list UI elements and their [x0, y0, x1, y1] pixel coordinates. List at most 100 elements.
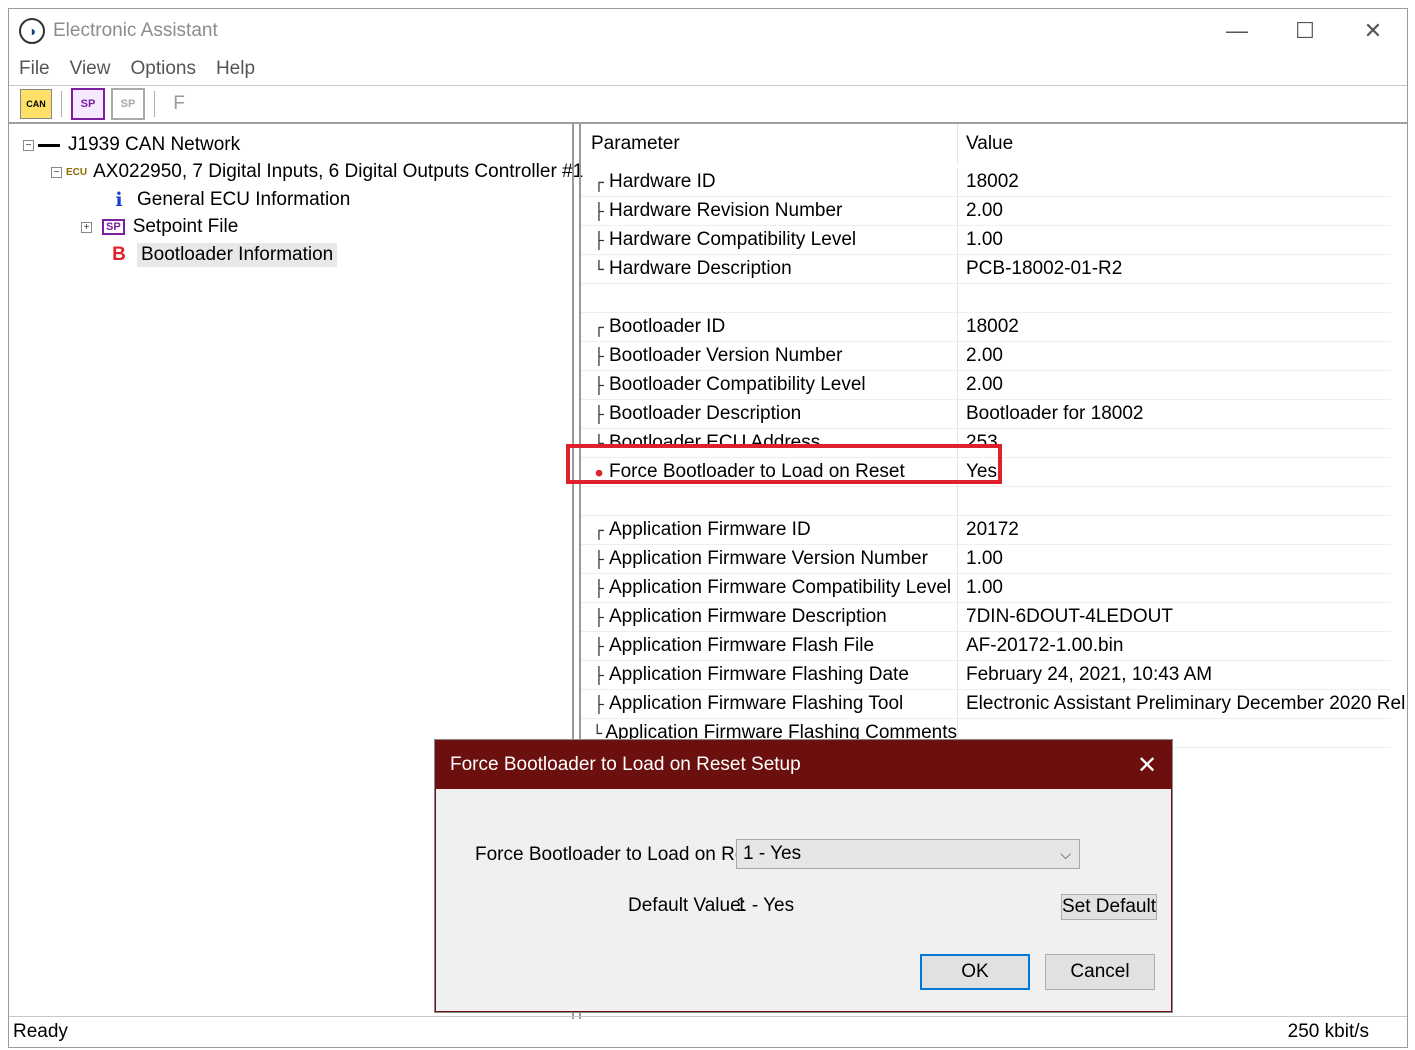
table-row[interactable]: ├ Application Firmware Description 7DIN-6D… — [581, 603, 1391, 632]
tree-connector-icon: ├ — [594, 201, 604, 221]
can-icon-label: CAN — [26, 99, 46, 109]
status-text: Ready — [13, 1021, 68, 1042]
menu-view[interactable]: View — [60, 58, 121, 80]
parameter-cell — [581, 284, 957, 313]
tree-item-setpoint-file[interactable]: + SP Setpoint File — [81, 214, 238, 240]
value-cell: 1.00 — [957, 226, 1391, 255]
status-bar: Ready 250 kbit/s — [9, 1016, 1407, 1047]
tree-node-network[interactable]: − J1939 CAN Network — [23, 132, 240, 158]
parameter-name: Application Firmware Flashing Tool — [609, 693, 904, 714]
value-cell: 1.00 — [957, 545, 1391, 574]
bootloader-icon: B — [112, 244, 126, 265]
table-row[interactable]: ├ Hardware Compatibility Level 1.00 — [581, 226, 1391, 255]
parameter-name: Bootloader ID — [609, 316, 726, 337]
setpoint-open-icon[interactable]: SP — [71, 88, 105, 120]
ok-button[interactable]: OK — [920, 954, 1030, 990]
can-network-icon[interactable]: CAN — [20, 89, 52, 119]
field-label: Force Bootloader to Load on Reset: — [475, 844, 777, 865]
menu-options[interactable]: Options — [120, 58, 205, 80]
tree-connector-icon: ├ — [594, 230, 604, 250]
value-cell: Electronic Assistant Preliminary Decembe… — [957, 690, 1405, 719]
tree-connector-icon: ├ — [594, 404, 604, 424]
table-row[interactable]: ├ Application Firmware Flashing Date Febru… — [581, 661, 1391, 690]
expand-icon[interactable]: + — [81, 221, 92, 233]
tree-connector-icon: ┌ — [594, 317, 604, 337]
toolbar-separator — [154, 91, 155, 117]
menu-help[interactable]: Help — [206, 58, 265, 80]
tree-connector-icon: ├ — [594, 549, 604, 569]
table-row[interactable]: ├ Bootloader Description Bootloader for 18… — [581, 400, 1391, 429]
parameter-cell: ├ Hardware Compatibility Level — [581, 226, 957, 255]
parameter-name: Hardware ID — [609, 171, 716, 192]
table-row[interactable]: ├ Application Firmware Flash File AF-20172… — [581, 632, 1391, 661]
menu-bar: File View Options Help — [9, 53, 1407, 86]
dialog-title: Force Bootloader to Load on Reset Setup — [450, 754, 801, 775]
grid-header: Parameter Value — [581, 124, 1391, 164]
setpoint-save-icon[interactable]: SP — [111, 88, 145, 120]
table-row[interactable]: ├ Application Firmware Flashing Tool Elect… — [581, 690, 1405, 719]
flash-icon[interactable]: F — [164, 90, 194, 118]
table-row[interactable]: ├ Application Firmware Version Number 1.00 — [581, 545, 1391, 574]
status-bitrate: 250 kbit/s — [1287, 1021, 1369, 1042]
tree-connector-icon: ├ — [594, 636, 604, 656]
value-cell: 20172 — [957, 516, 1391, 545]
value-cell: Bootloader for 18002 — [957, 400, 1391, 429]
dialog-close-icon[interactable]: ✕ — [1123, 741, 1171, 789]
tree-connector-icon: ├ — [594, 578, 604, 598]
maximize-button[interactable]: ☐ — [1271, 9, 1339, 53]
dialog-title-bar: Force Bootloader to Load on Reset Setup … — [436, 741, 1171, 789]
close-button[interactable]: ✕ — [1339, 9, 1407, 53]
value-cell: February 24, 2021, 10:43 AM — [957, 661, 1391, 690]
table-row[interactable] — [581, 487, 1391, 516]
table-row[interactable]: ├ Bootloader Compatibility Level 2.00 — [581, 371, 1391, 400]
value-cell — [957, 284, 1391, 313]
setup-dialog: Force Bootloader to Load on Reset Setup … — [435, 740, 1172, 1012]
parameter-cell: ├ Application Firmware Compatibility Leve… — [581, 574, 957, 603]
collapse-icon[interactable]: − — [51, 166, 62, 178]
collapse-icon[interactable]: − — [23, 139, 34, 151]
tree-item-general-info[interactable]: i General ECU Information — [109, 187, 350, 213]
parameter-cell: ├ Bootloader Version Number — [581, 342, 957, 371]
tree-label-bootloader-info: Bootloader Information — [137, 243, 338, 267]
parameter-cell: ├ Application Firmware Flashing Date — [581, 661, 957, 690]
tree-label-controller: AX022950, 7 Digital Inputs, 6 Digital Ou… — [93, 161, 584, 182]
toolbar: CAN SP SP F — [9, 86, 1407, 124]
parameter-cell: ├ Bootloader Compatibility Level — [581, 371, 957, 400]
flash-label: F — [173, 93, 185, 114]
tree-connector-icon: ┌ — [594, 520, 604, 540]
table-row[interactable]: ├ Bootloader Version Number 2.00 — [581, 342, 1391, 371]
tree-connector-icon: ├ — [594, 607, 604, 627]
column-header-parameter[interactable]: Parameter — [581, 133, 957, 155]
value-cell: 2.00 — [957, 197, 1391, 226]
table-row[interactable]: ├ Application Firmware Compatibility Leve… — [581, 574, 1391, 603]
default-value: 1 - Yes — [736, 895, 795, 916]
parameter-cell: ┌ Application Firmware ID — [581, 516, 957, 545]
parameter-name: Application Firmware Flash File — [609, 635, 875, 656]
table-row[interactable]: └ Hardware Description PCB-18002-01-R2 — [581, 255, 1391, 284]
tree-connector-icon: └ — [594, 259, 604, 279]
table-row[interactable]: ┌ Hardware ID 18002 — [581, 168, 1391, 197]
value-cell: 18002 — [957, 168, 1391, 197]
parameter-cell: ├ Application Firmware Version Number — [581, 545, 957, 574]
table-row[interactable]: ┌ Application Firmware ID 20172 — [581, 516, 1391, 545]
default-value-label: Default Value: — [628, 895, 746, 916]
table-row[interactable] — [581, 284, 1391, 313]
network-icon — [38, 143, 60, 147]
value-cell: AF-20172-1.00.bin — [957, 632, 1391, 661]
parameter-name: Hardware Revision Number — [609, 200, 843, 221]
table-row[interactable]: ┌ Bootloader ID 18002 — [581, 313, 1391, 342]
value-cell: 2.00 — [957, 371, 1391, 400]
tree-connector-icon: ├ — [594, 665, 604, 685]
tree-item-bootloader-info[interactable]: B Bootloader Information — [109, 242, 338, 268]
toolbar-separator — [61, 91, 62, 117]
force-bootloader-select[interactable]: 1 - Yes ⌵ — [736, 839, 1080, 869]
set-default-button[interactable]: Set Default — [1061, 894, 1157, 920]
ecu-icon: ECU — [66, 166, 88, 178]
cancel-button[interactable]: Cancel — [1045, 954, 1155, 990]
column-header-value[interactable]: Value — [957, 124, 1391, 164]
tree-connector-icon: ├ — [594, 346, 604, 366]
table-row[interactable]: ├ Hardware Revision Number 2.00 — [581, 197, 1391, 226]
minimize-button[interactable]: — — [1203, 9, 1271, 53]
menu-file[interactable]: File — [9, 58, 60, 80]
tree-node-controller[interactable]: − ECU AX022950, 7 Digital Inputs, 6 Digi… — [51, 159, 583, 185]
